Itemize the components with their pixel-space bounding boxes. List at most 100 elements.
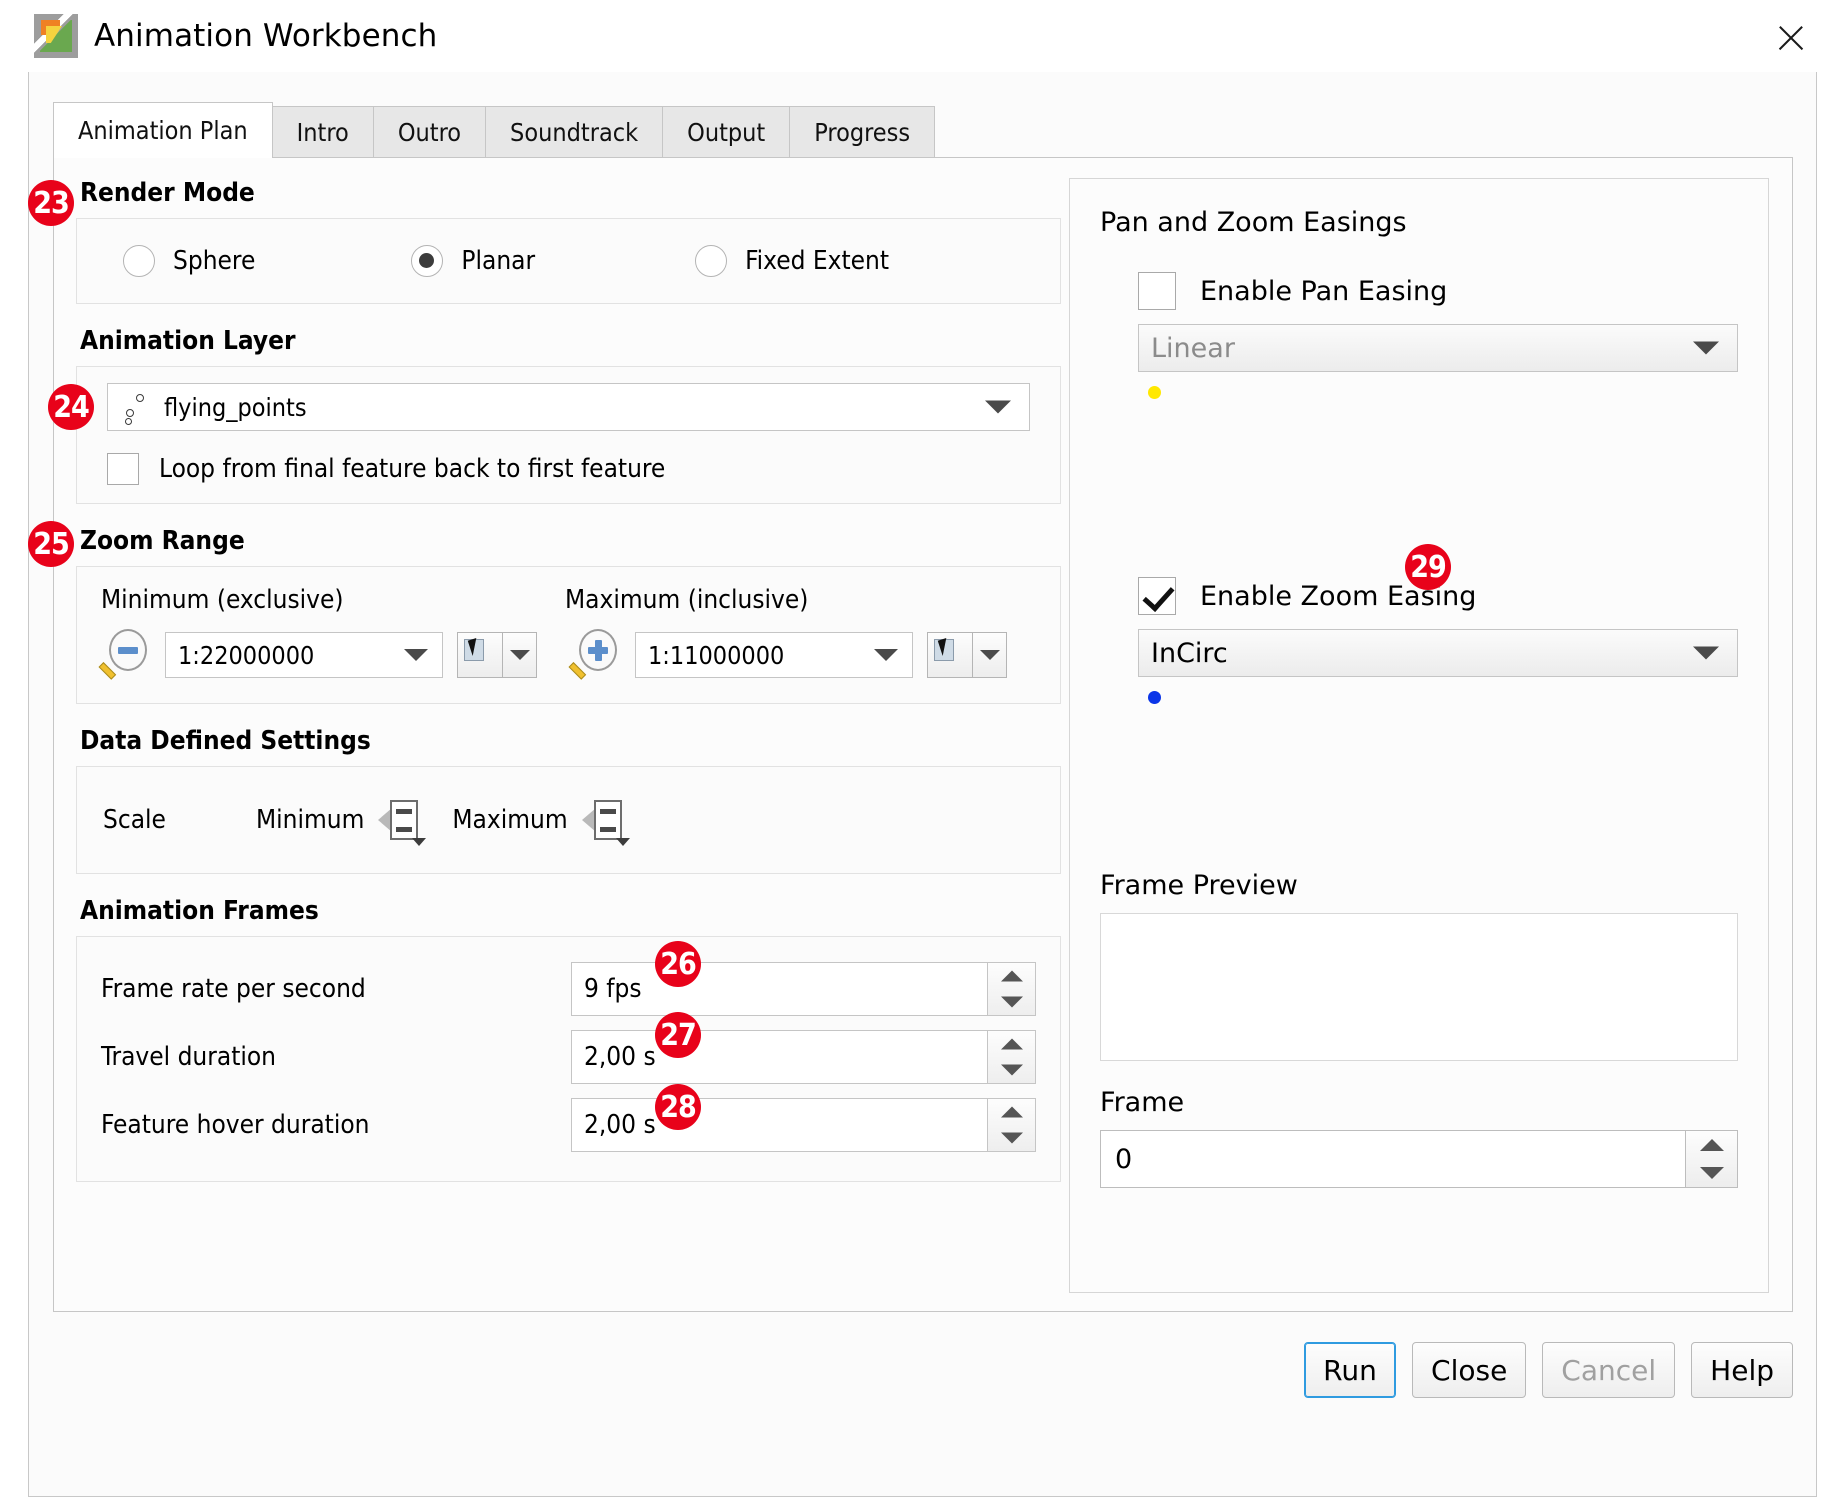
close-icon[interactable] (1771, 18, 1811, 58)
render-mode-title: Render Mode (80, 178, 255, 208)
help-button[interactable]: Help (1691, 1342, 1793, 1398)
hover-duration-decrement[interactable] (988, 1125, 1035, 1151)
enable-zoom-easing-checkbox[interactable] (1138, 577, 1176, 615)
hover-duration-label: Feature hover duration (101, 1110, 370, 1140)
animation-layer-title: Animation Layer (80, 326, 296, 356)
annotation-badge-23: 23 (28, 180, 74, 226)
hover-duration-increment[interactable] (988, 1099, 1035, 1125)
chevron-down-icon (1693, 646, 1719, 660)
point-layer-icon (122, 390, 158, 425)
tab-progress[interactable]: Progress (789, 106, 936, 158)
data-defined-minimum-override-icon[interactable] (378, 798, 427, 846)
tab-output[interactable]: Output (662, 106, 791, 158)
frame-rate-row: Frame rate per second 9 fps (101, 955, 1036, 1023)
radio-planar-label: Planar (461, 246, 536, 276)
data-defined-title: Data Defined Settings (80, 726, 371, 756)
frame-rate-decrement[interactable] (988, 989, 1035, 1015)
frame-preview-title: Frame Preview (1100, 870, 1298, 901)
annotation-badge-24: 24 (48, 384, 94, 430)
radio-sphere-indicator (123, 245, 155, 277)
zoom-maximum-picker-dropdown[interactable] (973, 632, 1007, 678)
animation-frames-group: Frame rate per second 9 fps Travel durat… (76, 936, 1061, 1182)
chevron-down-icon (874, 649, 898, 661)
tab-animation-plan[interactable]: Animation Plan (53, 102, 273, 158)
easings-title: Pan and Zoom Easings (1100, 207, 1407, 238)
enable-pan-easing-checkbox[interactable] (1138, 272, 1176, 310)
frame-rate-spinbox[interactable]: 9 fps (571, 962, 1036, 1016)
enable-pan-easing-row[interactable]: Enable Pan Easing (1138, 272, 1738, 310)
travel-duration-value: 2,00 s (584, 1042, 656, 1072)
tab-soundtrack[interactable]: Soundtrack (485, 106, 664, 158)
frame-preview-area (1100, 913, 1738, 1061)
frame-rate-increment[interactable] (988, 963, 1035, 989)
zoom-maximum-combobox[interactable]: 1:11000000 (635, 632, 913, 678)
data-defined-maximum-override-icon[interactable] (581, 798, 630, 846)
zoom-minimum-combobox[interactable]: 1:22000000 (165, 632, 443, 678)
loop-checkbox-label: Loop from final feature back to first fe… (159, 454, 666, 484)
close-button[interactable]: Close (1412, 1342, 1527, 1398)
loop-checkbox[interactable] (107, 453, 139, 485)
animation-frames-title: Animation Frames (80, 896, 319, 926)
radio-planar-indicator (411, 245, 444, 277)
pan-easing-combobox[interactable]: Linear (1138, 324, 1738, 372)
animation-layer-combobox[interactable]: flying_points (107, 383, 1030, 431)
radio-fixed-extent-indicator (695, 245, 728, 277)
hover-duration-spinbox[interactable]: 2,00 s (571, 1098, 1036, 1152)
chevron-down-icon (1693, 341, 1719, 355)
app-logo-icon (34, 14, 78, 58)
annotation-badge-28: 28 (655, 1084, 701, 1130)
radio-fixed-extent-label: Fixed Extent (745, 246, 890, 276)
tab-intro[interactable]: Intro (271, 106, 374, 158)
zoom-minimum-value: 1:22000000 (178, 640, 315, 670)
run-button[interactable]: Run (1304, 1342, 1397, 1398)
zoom-easing-combobox[interactable]: InCirc (1138, 629, 1738, 677)
annotation-badge-26: 26 (655, 941, 701, 987)
zoom-maximum-value: 1:11000000 (648, 640, 785, 670)
dialog-button-bar: Run Close Cancel Help (53, 1330, 1793, 1410)
zoom-in-icon (568, 629, 625, 681)
zoom-minimum-set-canvas-scale-icon[interactable] (457, 632, 503, 678)
annotation-badge-29: 29 (1405, 544, 1451, 590)
frame-spinbox[interactable]: 0 (1100, 1130, 1738, 1188)
data-defined-maximum-label: Maximum (452, 805, 568, 835)
window-title: Animation Workbench (94, 18, 438, 54)
zoom-out-icon (98, 629, 155, 681)
hover-duration-value: 2,00 s (584, 1110, 656, 1140)
frame-rate-value: 9 fps (584, 974, 642, 1004)
zoom-minimum-picker-dropdown[interactable] (503, 632, 537, 678)
travel-duration-row: Travel duration 2,00 s (101, 1023, 1036, 1091)
loop-checkbox-row[interactable]: Loop from final feature back to first fe… (107, 453, 1030, 485)
chevron-down-icon (985, 400, 1011, 414)
travel-duration-decrement[interactable] (988, 1057, 1035, 1083)
travel-duration-increment[interactable] (988, 1031, 1035, 1057)
window-titlebar: Animation Workbench (0, 0, 1845, 72)
animation-layer-group: flying_points Loop from final feature ba… (76, 366, 1061, 504)
hover-duration-row: Feature hover duration 2,00 s (101, 1091, 1036, 1159)
radio-fixed-extent[interactable]: Fixed Extent (695, 245, 889, 277)
tab-outro[interactable]: Outro (372, 106, 487, 158)
data-defined-minimum-label: Minimum (255, 805, 365, 835)
annotation-badge-27: 27 (655, 1012, 701, 1058)
travel-duration-spinbox[interactable]: 2,00 s (571, 1030, 1036, 1084)
frame-decrement[interactable] (1686, 1159, 1737, 1187)
chevron-down-icon (404, 649, 428, 661)
radio-planar[interactable]: Planar (411, 245, 535, 277)
zoom-range-title: Zoom Range (80, 526, 245, 556)
radio-sphere-label: Sphere (173, 246, 256, 276)
animation-plan-panel: Render Mode Sphere Planar Fixed Extent A… (53, 157, 1793, 1312)
tab-bar: Animation Plan Intro Outro Soundtrack Ou… (53, 102, 1228, 158)
radio-sphere[interactable]: Sphere (123, 245, 255, 277)
render-mode-group: Sphere Planar Fixed Extent (76, 218, 1061, 304)
frame-rate-label: Frame rate per second (101, 974, 366, 1004)
animation-layer-value: flying_points (164, 392, 307, 422)
easings-panel: Pan and Zoom Easings Enable Pan Easing L… (1069, 178, 1769, 1293)
frame-increment[interactable] (1686, 1131, 1737, 1159)
pan-easing-value: Linear (1151, 332, 1235, 364)
zoom-range-group: Minimum (exclusive) Maximum (inclusive) … (76, 566, 1061, 704)
zoom-easing-value: InCirc (1151, 637, 1228, 669)
zoom-maximum-set-canvas-scale-icon[interactable] (927, 632, 973, 678)
left-settings-column: Render Mode Sphere Planar Fixed Extent A… (76, 178, 1061, 1204)
data-defined-scale-label: Scale (103, 805, 166, 835)
pan-easing-preview-dot (1148, 386, 1161, 399)
data-defined-group: Scale Minimum Maximum (76, 766, 1061, 874)
